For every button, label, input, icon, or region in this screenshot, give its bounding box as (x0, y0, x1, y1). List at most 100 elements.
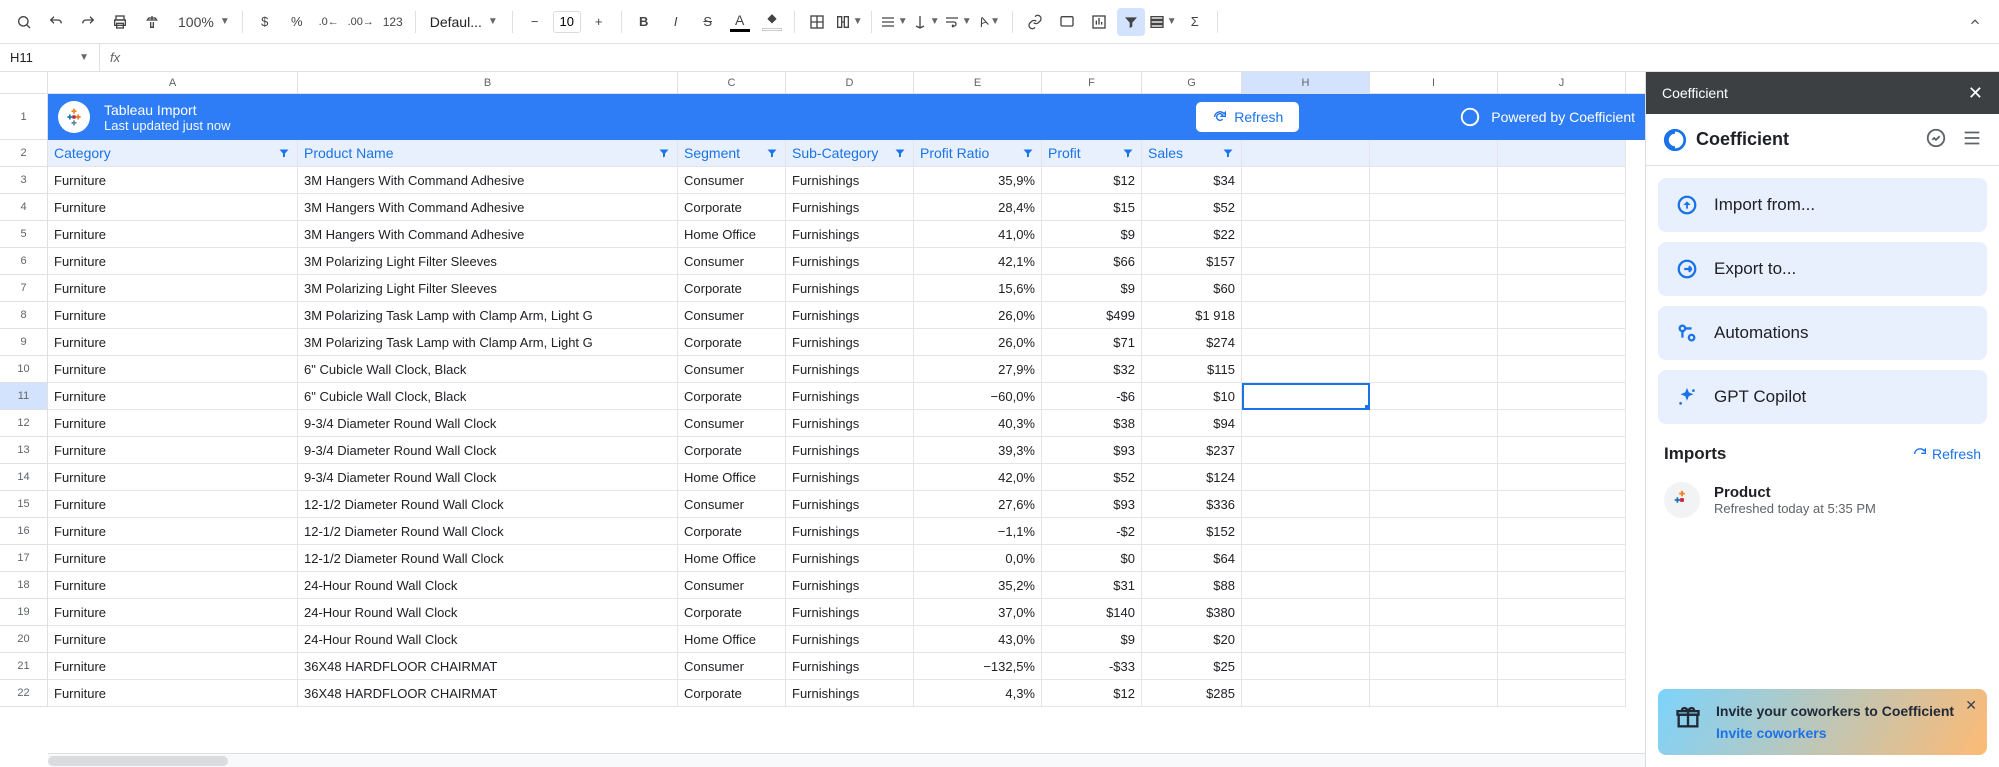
cell[interactable] (1498, 410, 1626, 437)
select-all-corner[interactable] (0, 72, 48, 93)
row-header[interactable]: 4 (0, 194, 48, 221)
cell[interactable] (1498, 491, 1626, 518)
cell[interactable]: 35,9% (914, 167, 1042, 194)
cell[interactable]: Furnishings (786, 626, 914, 653)
cell[interactable]: Furnishings (786, 680, 914, 707)
cell[interactable]: Furnishings (786, 275, 914, 302)
cell[interactable] (1498, 437, 1626, 464)
decrease-font-icon[interactable]: − (521, 8, 549, 36)
cell[interactable]: $20 (1142, 626, 1242, 653)
automations-button[interactable]: Automations (1658, 306, 1987, 360)
header-cell[interactable] (1242, 140, 1370, 167)
refresh-button[interactable]: Refresh (1196, 102, 1299, 132)
cell[interactable]: Corporate (678, 383, 786, 410)
cell[interactable]: 6" Cubicle Wall Clock, Black (298, 356, 678, 383)
cell[interactable]: Furnishings (786, 491, 914, 518)
cell[interactable]: 0,0% (914, 545, 1042, 572)
cell[interactable]: -$33 (1042, 653, 1142, 680)
cell[interactable]: $0 (1042, 545, 1142, 572)
percent-icon[interactable]: % (283, 8, 311, 36)
cell[interactable]: $274 (1142, 329, 1242, 356)
bold-icon[interactable]: B (630, 8, 658, 36)
cell[interactable]: Home Office (678, 545, 786, 572)
currency-icon[interactable]: $ (251, 8, 279, 36)
cell[interactable]: 12-1/2 Diameter Round Wall Clock (298, 518, 678, 545)
export-to-button[interactable]: Export to... (1658, 242, 1987, 296)
cell[interactable]: 41,0% (914, 221, 1042, 248)
cell[interactable] (1242, 626, 1370, 653)
cell[interactable]: 42,0% (914, 464, 1042, 491)
cell[interactable] (1370, 167, 1498, 194)
font-size-input[interactable] (553, 11, 581, 33)
cell[interactable] (1370, 329, 1498, 356)
cell[interactable]: Furnishings (786, 167, 914, 194)
cell[interactable]: -$2 (1042, 518, 1142, 545)
cell[interactable]: 4,3% (914, 680, 1042, 707)
number-format-icon[interactable]: 123 (379, 8, 407, 36)
merge-icon[interactable]: ▼ (835, 8, 863, 36)
cell[interactable]: Consumer (678, 302, 786, 329)
redo-icon[interactable] (74, 8, 102, 36)
cell[interactable] (1498, 545, 1626, 572)
cell[interactable] (1242, 194, 1370, 221)
cell[interactable] (1370, 194, 1498, 221)
cell[interactable] (1370, 248, 1498, 275)
increase-font-icon[interactable]: + (585, 8, 613, 36)
cell[interactable]: 26,0% (914, 302, 1042, 329)
cell[interactable]: 15,6% (914, 275, 1042, 302)
cell[interactable]: $93 (1042, 437, 1142, 464)
filter-views-icon[interactable]: ▼ (1149, 8, 1177, 36)
cell[interactable] (1498, 680, 1626, 707)
row-header[interactable]: 2 (0, 140, 48, 167)
cell[interactable] (1242, 653, 1370, 680)
cell[interactable]: Furniture (48, 518, 298, 545)
cell[interactable] (1370, 221, 1498, 248)
cell[interactable] (1370, 545, 1498, 572)
row-header[interactable]: 16 (0, 518, 48, 545)
cell[interactable]: 9-3/4 Diameter Round Wall Clock (298, 437, 678, 464)
cell[interactable]: 3M Hangers With Command Adhesive (298, 221, 678, 248)
decrease-decimal-icon[interactable]: .0← (315, 8, 343, 36)
cell[interactable] (1242, 437, 1370, 464)
cell[interactable]: $60 (1142, 275, 1242, 302)
cell[interactable]: Furnishings (786, 464, 914, 491)
zoom-select[interactable]: 100%▼ (170, 8, 234, 36)
cell[interactable] (1370, 464, 1498, 491)
cell[interactable]: Furniture (48, 221, 298, 248)
header-cell[interactable]: Category (48, 140, 298, 167)
cell[interactable] (1498, 167, 1626, 194)
cell[interactable]: $380 (1142, 599, 1242, 626)
col-header-B[interactable]: B (298, 72, 678, 93)
col-header-A[interactable]: A (48, 72, 298, 93)
invite-link[interactable]: Invite coworkers (1716, 725, 1954, 741)
cell[interactable]: $38 (1042, 410, 1142, 437)
header-cell[interactable]: Profit Ratio (914, 140, 1042, 167)
cell[interactable]: Home Office (678, 626, 786, 653)
cell[interactable]: Consumer (678, 167, 786, 194)
row-header[interactable]: 18 (0, 572, 48, 599)
cell[interactable] (1242, 491, 1370, 518)
cell[interactable]: $93 (1042, 491, 1142, 518)
cell[interactable]: Furnishings (786, 383, 914, 410)
cell[interactable]: Furniture (48, 194, 298, 221)
cell[interactable]: Furnishings (786, 356, 914, 383)
cell[interactable]: Furniture (48, 572, 298, 599)
cell[interactable]: $52 (1142, 194, 1242, 221)
cell[interactable] (1498, 383, 1626, 410)
paint-format-icon[interactable] (138, 8, 166, 36)
cell[interactable]: Consumer (678, 491, 786, 518)
cell[interactable]: Corporate (678, 680, 786, 707)
borders-icon[interactable] (803, 8, 831, 36)
cell[interactable]: $15 (1042, 194, 1142, 221)
cell[interactable]: $157 (1142, 248, 1242, 275)
rotate-icon[interactable]: A▼ (976, 8, 1004, 36)
row-header[interactable]: 13 (0, 437, 48, 464)
cell[interactable]: Furniture (48, 491, 298, 518)
cell[interactable] (1242, 383, 1370, 410)
header-cell[interactable] (1498, 140, 1626, 167)
cell[interactable]: 37,0% (914, 599, 1042, 626)
cell[interactable] (1498, 356, 1626, 383)
col-header-J[interactable]: J (1498, 72, 1626, 93)
cell[interactable] (1370, 302, 1498, 329)
cell[interactable] (1242, 248, 1370, 275)
